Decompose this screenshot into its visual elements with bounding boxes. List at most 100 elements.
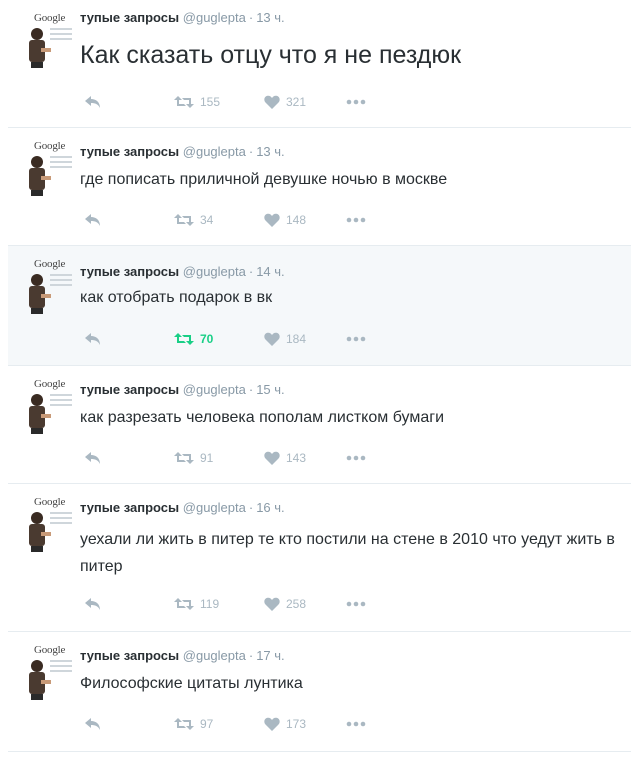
like-count: 173 [286, 717, 307, 731]
retweet-icon [174, 332, 194, 346]
author-handle[interactable]: @guglepta [183, 648, 246, 663]
author-name[interactable]: тупые запросы [80, 10, 179, 25]
more-icon [346, 721, 366, 727]
reply-button[interactable] [84, 329, 102, 349]
like-button[interactable]: 321 [264, 92, 306, 112]
more-button[interactable] [346, 329, 366, 349]
avatar-text-lines [50, 28, 72, 43]
tweet-time[interactable]: 16 ч. [256, 500, 284, 515]
tweet-text: как разрезать человека пополам листком б… [80, 409, 444, 426]
tweet-header: тупые запросы @guglepta · 15 ч. [80, 382, 285, 397]
avatar[interactable]: Google [16, 376, 74, 436]
more-icon [346, 336, 366, 342]
author-handle[interactable]: @guglepta [183, 10, 246, 25]
avatar-person-image [26, 658, 52, 705]
tweet-text: Как сказать отцу что я не пездюк [80, 41, 462, 69]
tweet-time[interactable]: 17 ч. [256, 648, 284, 663]
reply-button[interactable] [84, 210, 102, 230]
like-button[interactable]: 184 [264, 329, 306, 349]
avatar[interactable]: Google [16, 642, 74, 702]
retweet-icon [174, 213, 194, 227]
separator-dot: · [248, 144, 254, 159]
author-name[interactable]: тупые запросы [80, 144, 179, 159]
avatar-text-lines [50, 394, 72, 409]
retweet-count: 34 [200, 213, 214, 227]
author-handle[interactable]: @guglepta [183, 500, 246, 515]
retweet-icon [174, 717, 194, 731]
avatar-person-image [26, 26, 52, 73]
tweet[interactable]: Google тупые запросы @guglepta · 17 ч. Фил… [8, 632, 631, 752]
more-button[interactable] [346, 210, 366, 230]
like-button[interactable]: 258 [264, 594, 306, 614]
tweet-header: тупые запросы @guglepta · 17 ч. [80, 648, 285, 663]
tweet[interactable]: Google тупые запросы @guglepta · 13 ч. где… [8, 128, 631, 246]
tweet-time[interactable]: 14 ч. [256, 264, 284, 279]
retweet-count: 119 [200, 597, 220, 611]
tweet-time[interactable]: 13 ч. [256, 144, 284, 159]
author-handle[interactable]: @guglepta [183, 382, 246, 397]
heart-icon [264, 717, 280, 731]
like-button[interactable]: 173 [264, 714, 306, 734]
like-count: 321 [286, 95, 307, 109]
author-name[interactable]: тупые запросы [80, 500, 179, 515]
avatar[interactable]: Google [16, 256, 74, 316]
heart-icon [264, 451, 280, 465]
tweet-header: тупые запросы @guglepta · 13 ч. [80, 10, 285, 25]
avatar[interactable]: Google [16, 138, 74, 198]
retweet-button[interactable]: 155 [174, 92, 220, 112]
retweet-button[interactable]: 70 [174, 329, 213, 349]
more-button[interactable] [346, 448, 366, 468]
tweet[interactable]: Google тупые запросы @guglepta · 13 ч. Как… [8, 0, 631, 128]
avatar-logo: Google [34, 496, 66, 508]
reply-icon [84, 213, 102, 227]
heart-icon [264, 213, 280, 227]
tweet-header: тупые запросы @guglepta · 14 ч. [80, 264, 285, 279]
retweet-button[interactable]: 119 [174, 594, 219, 614]
more-button[interactable] [346, 594, 366, 614]
author-name[interactable]: тупые запросы [80, 264, 179, 279]
avatar-person-image [26, 154, 52, 201]
retweet-button[interactable]: 97 [174, 714, 213, 734]
retweet-icon [174, 597, 194, 611]
retweet-button[interactable]: 34 [174, 210, 213, 230]
reply-icon [84, 451, 102, 465]
reply-icon [84, 95, 102, 109]
more-icon [346, 601, 366, 607]
reply-button[interactable] [84, 448, 102, 468]
avatar[interactable]: Google [16, 494, 74, 554]
avatar-person-image [26, 510, 52, 557]
tweet-time[interactable]: 15 ч. [256, 382, 284, 397]
avatar-person-image [26, 392, 52, 439]
avatar-text-lines [50, 660, 72, 675]
author-name[interactable]: тупые запросы [80, 648, 179, 663]
heart-icon [264, 332, 280, 346]
avatar[interactable]: Google [16, 10, 74, 70]
reply-icon [84, 597, 102, 611]
more-button[interactable] [346, 714, 366, 734]
like-count: 258 [286, 597, 307, 611]
tweet-time[interactable]: 13 ч. [256, 10, 284, 25]
avatar-text-lines [50, 274, 72, 289]
tweet[interactable]: Google тупые запросы @guglepta · 15 ч. как… [8, 366, 631, 484]
like-button[interactable]: 148 [264, 210, 306, 230]
separator-dot: · [248, 648, 254, 663]
reply-button[interactable] [84, 714, 102, 734]
more-button[interactable] [346, 92, 366, 112]
tweet[interactable]: Google тупые запросы @guglepta · 14 ч. как… [8, 246, 631, 366]
retweet-count: 70 [200, 332, 214, 346]
author-name[interactable]: тупые запросы [80, 382, 179, 397]
more-icon [346, 99, 366, 105]
like-button[interactable]: 143 [264, 448, 306, 468]
author-handle[interactable]: @guglepta [183, 144, 246, 159]
like-count: 184 [286, 332, 307, 346]
retweet-count: 97 [200, 717, 214, 731]
separator-dot: · [248, 264, 254, 279]
avatar-text-lines [50, 156, 72, 171]
retweet-button[interactable]: 91 [174, 448, 213, 468]
separator-dot: · [248, 500, 254, 515]
reply-button[interactable] [84, 594, 102, 614]
tweet[interactable]: Google тупые запросы @guglepta · 16 ч. уех… [8, 484, 631, 632]
author-handle[interactable]: @guglepta [183, 264, 246, 279]
retweet-count: 91 [200, 451, 214, 465]
reply-button[interactable] [84, 92, 102, 112]
